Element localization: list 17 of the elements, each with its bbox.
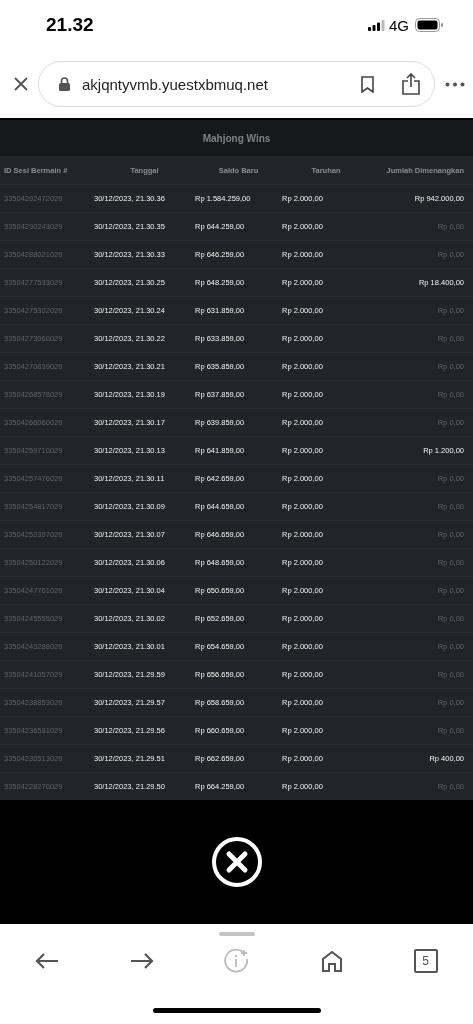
more-icon[interactable]	[445, 81, 465, 87]
status-time: 21.32	[46, 14, 95, 36]
network-label: 4G	[389, 16, 409, 34]
bookmark-icon[interactable]	[361, 75, 374, 93]
tabs-button[interactable]: 5	[413, 949, 438, 973]
close-button[interactable]	[210, 836, 263, 888]
share-icon[interactable]	[402, 73, 420, 95]
signal-icon	[368, 19, 385, 31]
close-icon[interactable]	[14, 77, 28, 91]
url-text: akjqntyvmb.yuestxbmuq.net	[82, 75, 269, 93]
back-icon[interactable]	[35, 952, 60, 970]
lock-icon	[59, 77, 70, 91]
forward-icon[interactable]	[129, 952, 154, 970]
drag-handle[interactable]	[218, 932, 255, 936]
home-icon[interactable]	[321, 950, 344, 972]
table-title: Mahjong Wins	[202, 132, 271, 144]
battery-icon	[415, 18, 443, 32]
